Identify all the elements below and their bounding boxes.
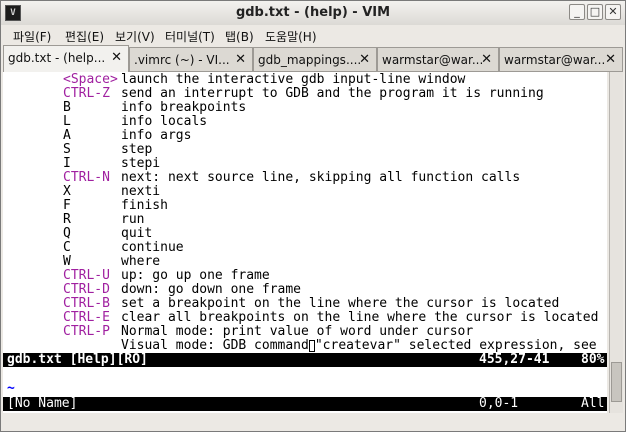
help-key: <Space> — [63, 72, 118, 87]
help-key: C — [63, 240, 71, 255]
help-status-line: gdb.txt [Help][RO] 455,27-41 80% — [3, 353, 607, 367]
help-desc: Visual mode: GDB command "createvar" sele… — [121, 339, 597, 353]
vertical-scrollbar[interactable] — [609, 72, 623, 413]
help-desc: step — [121, 142, 153, 157]
help-desc: set a breakpoint on the line where the c… — [121, 296, 560, 311]
status-percent: All — [581, 396, 605, 411]
tab-label: gdb_mappings.... — [258, 53, 362, 67]
noname-status-line: [No Name] 0,0-1 All — [3, 397, 607, 411]
help-key: X — [63, 184, 71, 199]
help-key: Q — [63, 226, 71, 241]
help-key: CTRL-N — [63, 170, 110, 185]
help-desc: next: next source line, skipping all fun… — [121, 170, 521, 185]
help-desc: clear all breakpoints on the line where … — [121, 310, 599, 325]
tab-gdb-mappings[interactable]: gdb_mappings.... ✕ — [253, 47, 377, 71]
help-desc: info locals — [121, 114, 208, 129]
tab-close-icon[interactable]: ✕ — [605, 52, 616, 67]
status-percent: 80% — [581, 352, 605, 367]
help-desc: info breakpoints — [121, 100, 247, 115]
help-desc: info args — [121, 128, 192, 143]
menu-tabs[interactable]: 탭(B) — [225, 28, 254, 45]
menu-bar: 파일(F) 편집(E) 보기(V) 터미널(T) 탭(B) 도움말(H) — [1, 25, 625, 45]
tab-bar: gdb.txt - (help... ✕ .vimrc (~) - VI... … — [3, 45, 623, 72]
help-key: CTRL-E — [63, 310, 110, 325]
close-icon[interactable]: ✕ — [605, 4, 621, 20]
help-desc: quit — [121, 226, 153, 241]
help-key: F — [63, 198, 71, 213]
help-key: CTRL-Z — [63, 86, 110, 101]
tab-close-icon[interactable]: ✕ — [481, 52, 492, 67]
status-position: 0,0-1 — [479, 396, 519, 411]
scrollbar-thumb[interactable] — [611, 362, 622, 402]
help-desc-before: Visual mode: GDB command — [121, 338, 309, 353]
window-title: gdb.txt - (help) - VIM — [235, 5, 391, 20]
help-key: B — [63, 100, 71, 115]
maximize-icon[interactable]: □ — [587, 4, 603, 20]
tab-label: warmstar@war... — [382, 53, 484, 67]
help-desc: continue — [121, 240, 184, 255]
empty-line-marker: ~ — [7, 381, 15, 396]
tab-label: .vimrc (~) - VI... — [134, 53, 230, 67]
menu-terminal[interactable]: 터미널(T) — [165, 28, 215, 45]
help-key: L — [63, 114, 71, 129]
tab-label: gdb.txt - (help... — [8, 51, 106, 65]
help-key: S — [63, 142, 71, 157]
minimize-icon[interactable]: _ — [569, 4, 585, 20]
tab-gdb-help[interactable]: gdb.txt - (help... ✕ — [3, 45, 129, 72]
title-bar[interactable]: V gdb.txt - (help) - VIM _ □ ✕ — [1, 1, 625, 26]
help-desc: stepi — [121, 156, 161, 171]
help-key: W — [63, 254, 71, 269]
help-desc: send an interrupt to GDB and the program… — [121, 86, 544, 101]
tab-terminal-1[interactable]: warmstar@war... ✕ — [377, 47, 499, 71]
tab-vimrc[interactable]: .vimrc (~) - VI... ✕ — [129, 47, 253, 71]
tab-close-icon[interactable]: ✕ — [235, 52, 246, 67]
menu-edit[interactable]: 편집(E) — [65, 28, 104, 45]
tab-label: warmstar@war... — [504, 53, 606, 67]
help-desc: down: go down one frame — [121, 282, 302, 297]
help-desc: where — [121, 254, 161, 269]
help-key: CTRL-B — [63, 296, 110, 311]
help-desc: launch the interactive gdb input-line wi… — [121, 72, 466, 87]
help-desc: nexti — [121, 184, 161, 199]
help-key: CTRL-P — [63, 324, 110, 339]
help-key: A — [63, 128, 71, 143]
menu-help[interactable]: 도움말(H) — [265, 28, 317, 45]
status-position: 455,27-41 — [479, 352, 550, 367]
help-desc-after: "createvar" selected expression, see — [314, 338, 597, 353]
help-key: CTRL-D — [63, 282, 110, 297]
help-key: R — [63, 212, 71, 227]
help-desc: finish — [121, 198, 168, 213]
help-desc: run — [121, 212, 145, 227]
tab-close-icon[interactable]: ✕ — [359, 52, 370, 67]
help-key: CTRL-U — [63, 268, 110, 283]
vim-window: V gdb.txt - (help) - VIM _ □ ✕ 파일(F) 편집(… — [0, 0, 626, 432]
status-filename: gdb.txt [Help][RO] — [7, 352, 148, 367]
menu-file[interactable]: 파일(F) — [13, 28, 51, 45]
tab-terminal-2[interactable]: warmstar@war... ✕ — [499, 47, 623, 71]
help-key: I — [63, 156, 71, 171]
help-desc: up: go up one frame — [121, 268, 270, 283]
tab-close-icon[interactable]: ✕ — [111, 50, 122, 65]
help-desc: Normal mode: print value of word under c… — [121, 324, 474, 339]
menu-view[interactable]: 보기(V) — [115, 28, 155, 45]
vim-text-area[interactable]: <Space> launch the interactive gdb input-… — [3, 72, 607, 413]
status-filename: [No Name] — [7, 396, 78, 411]
